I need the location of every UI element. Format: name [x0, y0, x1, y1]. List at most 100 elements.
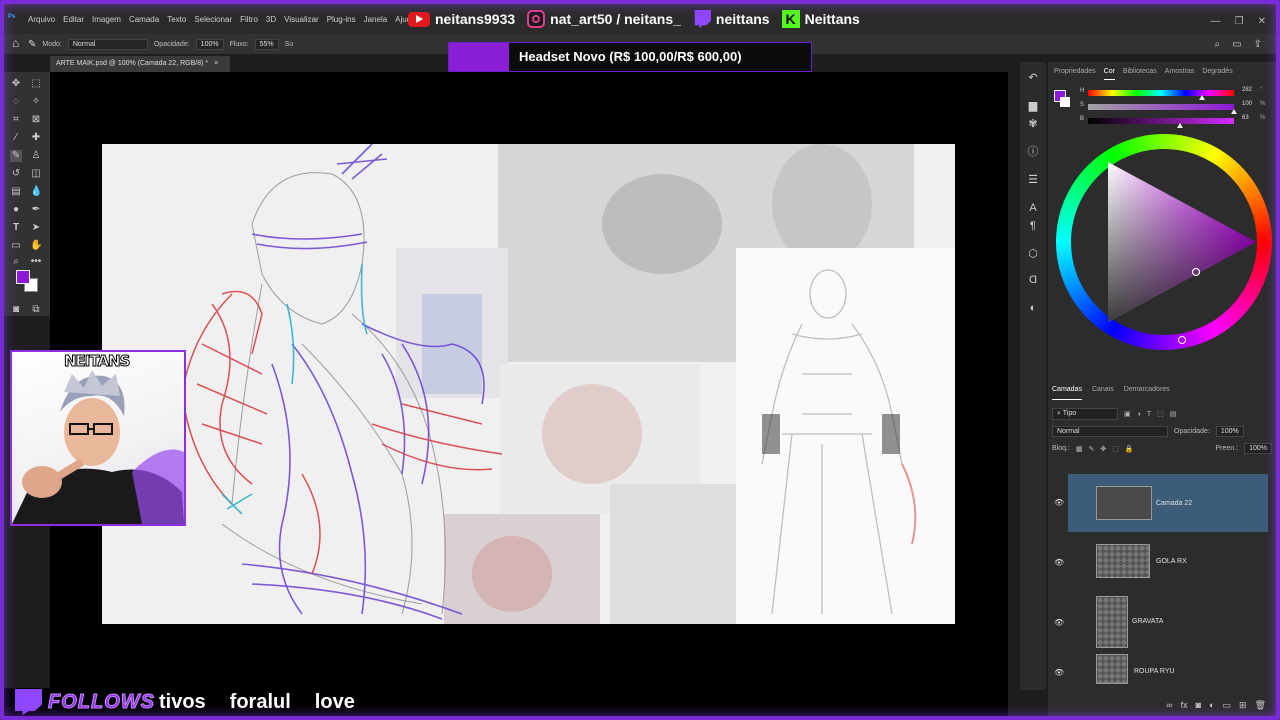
tab-propriedades[interactable]: Propriedades [1054, 68, 1096, 80]
tab-degrades[interactable]: Degradês [1202, 68, 1232, 80]
glyphs-icon[interactable]: Ɑ [1027, 274, 1039, 286]
menu-imagem[interactable]: Imagem [88, 15, 125, 24]
hand-tool-icon[interactable]: ✋ [30, 240, 42, 252]
gradient-tool-icon[interactable]: ▤ [10, 186, 22, 198]
layer-filter-select[interactable]: ⌕ Tipo [1052, 408, 1118, 420]
menu-camada[interactable]: Camada [125, 15, 163, 24]
layer-row[interactable]: Camada 22 [1068, 474, 1268, 532]
stamp-tool-icon[interactable]: ♙ [30, 150, 42, 162]
marquee-tool-icon[interactable]: ⬚ [30, 78, 42, 90]
filter-type-icon[interactable]: T [1147, 411, 1151, 418]
history-brush-icon[interactable]: ↺ [10, 168, 22, 180]
brightness-slider[interactable]: B 63 % [1080, 115, 1265, 128]
workspace-icon[interactable]: ▭ [1232, 39, 1241, 50]
pen-tool-icon[interactable]: ✒ [30, 204, 42, 216]
3d-icon[interactable]: ⬡ [1027, 248, 1039, 260]
frame-tool-icon[interactable]: ⊠ [30, 114, 42, 126]
filter-adjust-icon[interactable]: ◑ [1137, 411, 1141, 418]
filter-pixel-icon[interactable]: ▣ [1124, 410, 1131, 418]
menu-visualizar[interactable]: Visualizar [280, 15, 323, 24]
healing-brush-icon[interactable]: ✚ [30, 132, 42, 144]
delete-layer-icon[interactable]: 🗑 [1255, 700, 1266, 711]
share-icon[interactable]: ⇪ [1254, 39, 1262, 50]
more-tools-icon[interactable]: ••• [30, 256, 42, 268]
lock-pixels-icon[interactable]: ✎ [1089, 445, 1095, 453]
visibility-eye-icon[interactable]: 👁 [1054, 618, 1064, 627]
info-icon[interactable]: ⓘ [1027, 146, 1039, 158]
minimize-icon[interactable]: — [1211, 16, 1221, 27]
artwork-canvas[interactable] [102, 144, 955, 624]
brightness-value[interactable]: 63 [1242, 115, 1249, 121]
brush-settings-icon[interactable]: ✾ [1027, 118, 1039, 130]
restore-icon[interactable]: ❐ [1235, 16, 1244, 27]
mode-select[interactable]: Normal [67, 38, 148, 50]
blur-tool-icon[interactable]: 💧 [30, 186, 42, 198]
lock-artboard-icon[interactable]: ⬚ [1112, 445, 1119, 453]
brush-tool-icon[interactable]: ✎ [10, 150, 22, 162]
crop-tool-icon[interactable]: ⌗ [10, 114, 22, 126]
new-layer-icon[interactable]: ⊞ [1239, 700, 1247, 711]
tab-demarcadores[interactable]: Demarcadores [1124, 386, 1170, 400]
visibility-eye-icon[interactable]: 👁 [1054, 498, 1064, 507]
lock-all-icon[interactable]: 🔒 [1125, 445, 1134, 453]
visibility-eye-icon[interactable]: 👁 [1054, 558, 1064, 567]
hue-ring-handle[interactable] [1178, 336, 1186, 344]
menu-selecionar[interactable]: Selecionar [190, 15, 236, 24]
zoom-tool-icon[interactable]: ⌕ [10, 256, 22, 268]
layer-effects-icon[interactable]: fx [1181, 700, 1188, 710]
hue-value[interactable]: 282 [1242, 87, 1252, 93]
menu-plugins[interactable]: Plug-ins [323, 15, 360, 24]
character-icon[interactable]: A [1027, 202, 1039, 214]
menu-arquivo[interactable]: Arquivo [24, 15, 59, 24]
hue-slider[interactable]: H 282 ° [1080, 87, 1262, 100]
flow-field[interactable]: 55% [254, 38, 279, 50]
filter-shape-icon[interactable]: ⬚ [1157, 410, 1164, 418]
search-icon[interactable]: ⌕ [1215, 39, 1221, 50]
tab-cor[interactable]: Cor [1103, 68, 1115, 80]
document-tab[interactable]: ARTE MAIK.psd @ 100% (Camada 22, RGB/8) … [50, 56, 230, 72]
screen-mode-icon[interactable]: ⧉ [30, 304, 42, 316]
tab-bibliotecas[interactable]: Bibliotecas [1123, 68, 1157, 80]
lock-transparency-icon[interactable]: ▦ [1076, 445, 1083, 453]
tab-canais[interactable]: Canais [1092, 386, 1114, 400]
eyedropper-icon[interactable]: ⁄ [10, 132, 22, 144]
layer-row[interactable]: 👁 GRAVATA [1048, 592, 1268, 650]
hue-slider-thumb[interactable] [1198, 95, 1205, 100]
brush-tool-icon[interactable]: ✎ [28, 39, 36, 50]
new-group-icon[interactable]: ▭ [1223, 700, 1232, 711]
fill-field[interactable]: 100% [1244, 443, 1272, 454]
styles-icon[interactable]: ◐ [1027, 302, 1039, 314]
brightness-slider-thumb[interactable] [1176, 123, 1183, 128]
move-tool-icon[interactable]: ✥ [10, 78, 22, 90]
layer-row[interactable]: 👁 ROUPA RYU [1048, 652, 1268, 686]
tab-camadas[interactable]: Camadas [1052, 386, 1082, 400]
tab-amostras[interactable]: Amostras [1165, 68, 1195, 80]
foreground-color-swatch[interactable] [16, 270, 30, 284]
dodge-tool-icon[interactable]: ● [10, 204, 22, 216]
filter-smart-icon[interactable]: ▤ [1170, 410, 1177, 418]
type-tool-icon[interactable]: T [10, 222, 22, 234]
adjustments-icon[interactable]: ☰ [1027, 174, 1039, 186]
menu-editar[interactable]: Editar [59, 15, 88, 24]
menu-filtro[interactable]: Filtro [236, 15, 262, 24]
link-layers-icon[interactable]: ∞ [1166, 700, 1172, 710]
eraser-tool-icon[interactable]: ◫ [30, 168, 42, 180]
histogram-icon[interactable]: ▆ [1027, 100, 1039, 112]
paragraph-icon[interactable]: ¶ [1027, 220, 1039, 232]
opacity-field[interactable]: 100% [195, 38, 224, 50]
menu-3d[interactable]: 3D [262, 15, 280, 24]
saturation-slider[interactable]: S 100 % [1080, 101, 1265, 114]
lasso-tool-icon[interactable]: ◌ [10, 96, 22, 108]
add-mask-icon[interactable]: ◙ [1196, 700, 1201, 710]
close-icon[interactable]: ✕ [1258, 16, 1266, 27]
history-panel-icon[interactable]: ↶ [1027, 72, 1039, 84]
quick-mask-icon[interactable]: ◙ [10, 304, 22, 316]
layer-row[interactable]: 👁 GOLA RX [1048, 532, 1268, 590]
layer-opacity-field[interactable]: 100% [1215, 426, 1244, 437]
menu-texto[interactable]: Texto [163, 15, 190, 24]
saturation-slider-thumb[interactable] [1231, 109, 1237, 114]
saturation-brightness-triangle[interactable] [1056, 134, 1272, 350]
shape-tool-icon[interactable]: ▭ [10, 240, 22, 252]
menu-janela[interactable]: Janela [360, 15, 392, 24]
adjustment-layer-icon[interactable]: ◐ [1209, 700, 1214, 710]
